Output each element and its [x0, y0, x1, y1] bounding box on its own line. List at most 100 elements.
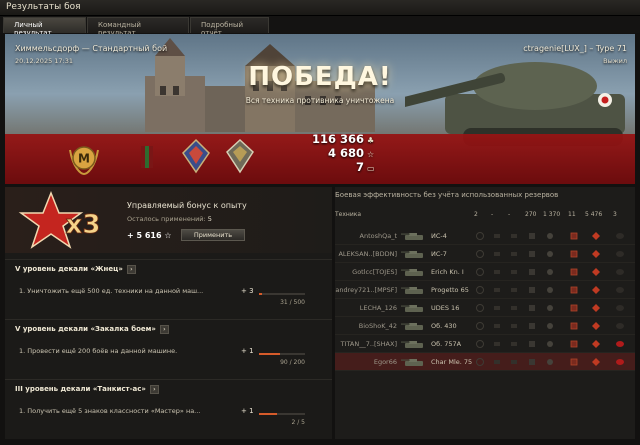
bonus-title: Управляемый бонус к опыту [127, 201, 247, 210]
player-name: TITAN__7..[SHAX] [340, 340, 397, 348]
xp-bonus-box: x3 Управляемый бонус к опыту Осталось пр… [5, 187, 332, 253]
mission-progress-bar [259, 353, 305, 355]
mission-title-text: V уровень декали «Жнец» [15, 265, 123, 273]
personal-progress-panel: x3 Управляемый бонус к опыту Осталось пр… [5, 187, 332, 439]
battle-result-title: ПОБЕДА! [248, 62, 392, 92]
damage-assist-icon [547, 269, 553, 275]
xp-value: 4 680 [327, 146, 364, 160]
bonus-value: + 5 616 ☆ [127, 231, 172, 240]
mission-progress-fill [259, 353, 280, 355]
player-name: Gotlcc[TOJES] [352, 268, 397, 276]
crit-icon [511, 234, 517, 238]
blocked-icon [529, 305, 535, 311]
crit-icon [511, 288, 517, 292]
damage-icon [592, 268, 600, 276]
player-name: Egor66 [373, 358, 397, 366]
tank-name: ИС-4 [431, 232, 447, 240]
efficiency-row[interactable]: LECHA_126 UDES 16 [335, 299, 635, 317]
player-name: AntoshQa_t [359, 232, 398, 240]
mission-progress-count: 31 / 500 [280, 299, 305, 306]
tank-icon [401, 341, 423, 348]
star-x3-icon: x3 [18, 191, 101, 249]
tank-icon [401, 287, 423, 294]
header-col-6[interactable]: 11 [568, 211, 576, 218]
efficiency-row[interactable]: AntoshQa_t ИС-4 [335, 227, 635, 245]
tank-name: Progetto 65 [431, 286, 469, 294]
spotted-icon [476, 340, 484, 348]
battle-rewards: 116 366 ♣ 4 680 ☆ 7 ▭ [287, 132, 377, 174]
tab-bar: Личный результат Командный результат Под… [0, 16, 640, 37]
damage-assist-icon [547, 341, 553, 347]
achievement-badge-icon[interactable] [225, 138, 255, 174]
mastery-letter: M [78, 152, 90, 166]
damage-assist-icon [547, 323, 553, 329]
battle-result-banner: Химмельсдорф — Стандартный бой 20.12.202… [5, 34, 635, 184]
mission-progress-fill [259, 413, 278, 415]
kill-icon [616, 341, 624, 347]
mission-description: 1. Уничтожить ещё 500 ед. техники на дан… [19, 287, 204, 295]
tab-personal-result[interactable]: Личный результат [3, 17, 86, 37]
ribbon-medal-icon[interactable] [135, 142, 159, 172]
header-col-2[interactable]: - [491, 211, 493, 218]
hits-icon [570, 322, 578, 330]
header-col-4[interactable]: 270 [525, 211, 536, 218]
efficiency-table-header: Техника 2 - - 270 1 370 11 5 476 3 [335, 209, 635, 223]
crit-icon [511, 324, 517, 328]
credits-reward: 116 366 ♣ [287, 132, 377, 146]
tank-name: Char Mle. 75 [431, 358, 473, 366]
tab-detailed-report[interactable]: Подробный отчёт [190, 17, 269, 37]
assist-icon [494, 306, 500, 310]
achievement-medal-icon[interactable] [181, 138, 211, 174]
header-col-1[interactable]: 2 [474, 211, 478, 218]
mastery-badge-icon[interactable]: M [67, 142, 101, 176]
assist-icon [494, 270, 500, 274]
hits-icon [570, 340, 578, 348]
efficiency-row[interactable]: TITAN__7..[SHAX] Об. 757А [335, 335, 635, 353]
mission-progress-count: 90 / 200 [280, 359, 305, 366]
efficiency-row[interactable]: andrey721..[MPSF] Progetto 65 [335, 281, 635, 299]
assist-icon [494, 324, 500, 328]
blocked-icon [529, 269, 535, 275]
tab-team-result[interactable]: Командный результат [87, 17, 189, 37]
efficiency-row[interactable]: BioShoK_42 Об. 430 [335, 317, 635, 335]
xp-star-icon: ☆ [367, 150, 375, 159]
info-icon[interactable]: › [126, 265, 136, 274]
header-vehicle[interactable]: Техника [335, 211, 361, 218]
blocked-icon [529, 323, 535, 329]
assist-icon [494, 252, 500, 256]
mission-progress-bar [259, 293, 305, 295]
header-col-5[interactable]: 1 370 [543, 211, 560, 218]
kill-icon [616, 251, 624, 257]
mission-reward: + 1 [241, 347, 254, 355]
header-col-7[interactable]: 5 476 [585, 211, 602, 218]
crit-icon [511, 306, 517, 310]
blocked-icon [529, 233, 535, 239]
kill-icon [616, 323, 624, 329]
mission-title: V уровень декали «Жнец» › [15, 265, 136, 274]
tank-icon [401, 305, 423, 312]
spotted-icon [476, 286, 484, 294]
mission-battle-hardened: V уровень декали «Закалка боем» › 1. Пров… [5, 319, 332, 377]
info-icon[interactable]: › [149, 385, 159, 394]
player-name: ALEKSAN..[BDDN] [338, 250, 397, 258]
player-vehicle: ctragenie[LUX_] – Type 71 [523, 44, 627, 53]
xp-star-icon: ☆ [164, 231, 172, 240]
hits-icon [570, 268, 578, 276]
efficiency-row[interactable]: ALEKSAN..[BDDN] ИС-7 [335, 245, 635, 263]
efficiency-row[interactable]: Gotlcc[TOJES] Erich Kn. I [335, 263, 635, 281]
mission-ace-tanker: III уровень декали «Танкист-ас» › 1. Полу… [5, 379, 332, 437]
battle-date: 20.12.2025 17:31 [15, 57, 74, 65]
info-icon[interactable]: › [159, 325, 169, 334]
mission-title-text: V уровень декали «Закалка боем» [15, 325, 156, 333]
header-col-8[interactable]: 3 [613, 211, 617, 218]
efficiency-row[interactable]: Egor66 Char Mle. 75 [335, 353, 635, 371]
tank-icon [401, 269, 423, 276]
apply-bonus-button[interactable]: Применить [181, 229, 245, 241]
header-col-3[interactable]: - [508, 211, 510, 218]
tank-icon [401, 233, 423, 240]
bonus-value-text: + 5 616 [127, 231, 162, 240]
tank-name: Об. 757А [431, 340, 462, 348]
bonus-remaining-value: 5 [207, 215, 212, 223]
damage-assist-icon [547, 359, 553, 365]
bonus-remaining-label: Осталось применений: [127, 215, 206, 223]
